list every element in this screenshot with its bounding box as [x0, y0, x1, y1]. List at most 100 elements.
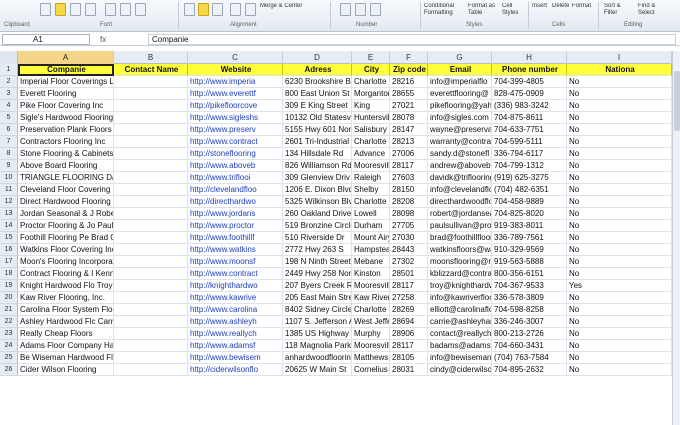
cell[interactable]: Proctor Flooring & Jo Paul Sullivan	[18, 220, 114, 232]
cell[interactable]: 20625 W Main St	[283, 364, 352, 376]
column-header-i[interactable]: I	[567, 51, 672, 64]
row-number[interactable]: 16	[0, 244, 18, 256]
cell[interactable]: 5155 Hwy 601 Nort	[283, 124, 352, 136]
scrollbar-thumb[interactable]	[674, 71, 680, 131]
cell[interactable]: 704-399-4805	[492, 76, 567, 88]
cell[interactable]	[114, 220, 188, 232]
format-as-table-button[interactable]: Format as Table	[468, 3, 500, 19]
cell[interactable]: badams@adamsflo	[428, 340, 492, 352]
cell[interactable]: http://www.preserv	[188, 124, 283, 136]
insert-button[interactable]: Insert	[532, 3, 550, 16]
cell[interactable]: http://www.reallych	[188, 328, 283, 340]
cell[interactable]: 28906	[390, 328, 428, 340]
cell[interactable]: 309 E King Street	[283, 100, 352, 112]
cell[interactable]: http://www.jordans	[188, 208, 283, 220]
header-cell[interactable]: Zip code	[390, 64, 428, 76]
row-number[interactable]: 7	[0, 136, 18, 148]
sort-filter-button[interactable]: Sort & Filter	[604, 3, 634, 19]
cell[interactable]: No	[567, 196, 672, 208]
cell[interactable]: (919) 625-3275	[492, 172, 567, 184]
cell[interactable]: 27705	[390, 220, 428, 232]
cell[interactable]: 309 Glenview Driv	[283, 172, 352, 184]
cell[interactable]	[114, 268, 188, 280]
cell[interactable]: No	[567, 88, 672, 100]
cell[interactable]: Mooresville	[352, 280, 390, 292]
cell[interactable]: No	[567, 124, 672, 136]
cell[interactable]: 2601 Tri-Industrial	[283, 136, 352, 148]
cell[interactable]: Morganton	[352, 88, 390, 100]
cell[interactable]: Carolina Floor System Floor Smith	[18, 304, 114, 316]
cell[interactable]: contact@reallychea	[428, 328, 492, 340]
row-number[interactable]: 8	[0, 148, 18, 160]
cell[interactable]: Sigle's Hardwood Flooring Inc	[18, 112, 114, 124]
cell[interactable]	[114, 232, 188, 244]
cell[interactable]: Lowell	[352, 208, 390, 220]
merge-icon[interactable]	[245, 3, 256, 16]
row-number[interactable]: 1	[0, 64, 18, 76]
cell[interactable]	[114, 148, 188, 160]
cell[interactable]: 28117	[390, 160, 428, 172]
cell[interactable]: anhardwoodflooring	[283, 352, 352, 364]
cell[interactable]: http://clevelandfloo	[188, 184, 283, 196]
comma-icon[interactable]	[370, 3, 381, 16]
cell[interactable]	[114, 280, 188, 292]
header-cell[interactable]: Nationa	[567, 64, 672, 76]
cell[interactable]	[114, 112, 188, 124]
cell[interactable]: Direct Hardwood Flooring LLC	[18, 196, 114, 208]
cell[interactable]: 1206 E. Dixon Blvd	[283, 184, 352, 196]
column-header-e[interactable]: E	[352, 51, 390, 64]
cell[interactable]: Knight Hardwood Flo Troy Borenstein	[18, 280, 114, 292]
cell[interactable]: pikeflooring@yah	[428, 100, 492, 112]
cell[interactable]: 910-329-9569	[492, 244, 567, 256]
cell[interactable]: Charlotte	[352, 196, 390, 208]
cell[interactable]: No	[567, 184, 672, 196]
cell[interactable]: 27302	[390, 256, 428, 268]
cell[interactable]: No	[567, 100, 672, 112]
cell[interactable]: Really Cheap Floors	[18, 328, 114, 340]
row-number[interactable]: 2	[0, 76, 18, 88]
highlight-icon[interactable]	[55, 3, 66, 16]
cell[interactable]: http://www.imperia	[188, 76, 283, 88]
cell[interactable]: Durham	[352, 220, 390, 232]
cell[interactable]: davidk@triflooring	[428, 172, 492, 184]
cell[interactable]: Shelby	[352, 184, 390, 196]
cell[interactable]: 28216	[390, 76, 428, 88]
cell[interactable]: http://pikefloorcove	[188, 100, 283, 112]
cell[interactable]: No	[567, 160, 672, 172]
cell[interactable]: 27603	[390, 172, 428, 184]
cell[interactable]: 27006	[390, 148, 428, 160]
cell[interactable]: No	[567, 232, 672, 244]
cell[interactable]: elliott@carolinafloo	[428, 304, 492, 316]
cell[interactable]: Mooresville	[352, 160, 390, 172]
row-number[interactable]: 11	[0, 184, 18, 196]
cell[interactable]: 28655	[390, 88, 428, 100]
cell[interactable]: (704) 763-7584	[492, 352, 567, 364]
cell[interactable]: 28098	[390, 208, 428, 220]
header-cell[interactable]: Contact Name	[114, 64, 188, 76]
cell[interactable]	[114, 316, 188, 328]
cell[interactable]	[114, 208, 188, 220]
cell[interactable]: http://ciderwilsonflo	[188, 364, 283, 376]
cell[interactable]: No	[567, 328, 672, 340]
cell[interactable]: 260 Oakland Drive	[283, 208, 352, 220]
cell[interactable]: Cider Wilson Flooring	[18, 364, 114, 376]
cell[interactable]: http://stoneflooring	[188, 148, 283, 160]
header-cell[interactable]: Website	[188, 64, 283, 76]
cell[interactable]: Salisbury	[352, 124, 390, 136]
cell[interactable]: 336-789-7561	[492, 232, 567, 244]
align-left-icon[interactable]	[184, 3, 195, 16]
cell[interactable]: Pike Floor Covering Inc	[18, 100, 114, 112]
find-select-button[interactable]: Find & Select	[638, 3, 668, 19]
cell[interactable]	[114, 352, 188, 364]
merge-center-button[interactable]: Merge & Center	[260, 3, 326, 16]
row-number[interactable]: 20	[0, 292, 18, 304]
cell[interactable]: http://www.aboveb	[188, 160, 283, 172]
cell[interactable]: 704-599-5111	[492, 136, 567, 148]
cell[interactable]: (336) 983-3242	[492, 100, 567, 112]
cell[interactable]: 704-799-1312	[492, 160, 567, 172]
cell[interactable]: info@imperialflo	[428, 76, 492, 88]
cell[interactable]: everettflooring@	[428, 88, 492, 100]
cell[interactable]: No	[567, 148, 672, 160]
cell[interactable]: 1385 US Highway 4	[283, 328, 352, 340]
cell[interactable]: brad@foothillfloor	[428, 232, 492, 244]
